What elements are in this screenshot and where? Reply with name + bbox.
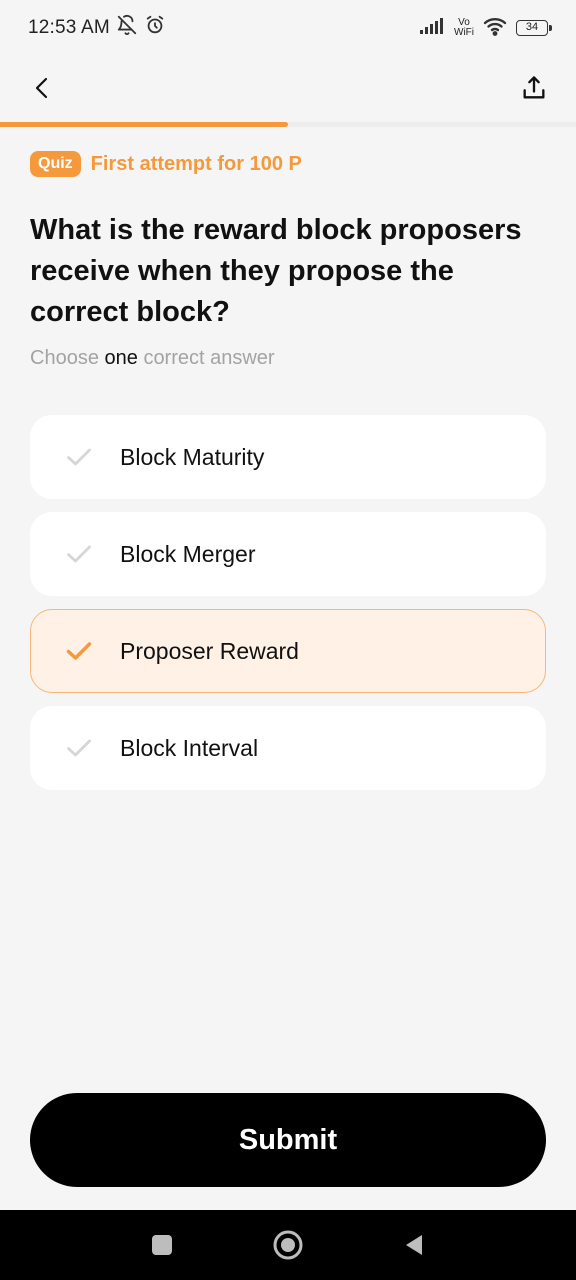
battery-level: 34 [525,21,539,33]
answer-option-3[interactable]: Proposer Reward [30,609,546,693]
signal-icon [420,17,446,39]
quiz-badge: Quiz [30,151,81,177]
square-icon [152,1235,172,1255]
back-button[interactable] [22,68,62,108]
recents-button[interactable] [144,1227,180,1263]
status-bar: 12:53 AM Vo WiFi 34 [0,0,576,56]
vowifi-indicator: Vo WiFi [454,18,474,38]
header [0,56,576,120]
quiz-progress-fill [0,122,288,127]
check-icon [65,637,93,665]
answer-option-label: Block Maturity [120,443,265,470]
check-icon [65,443,93,471]
back-nav-button[interactable] [396,1227,432,1263]
bell-off-icon [116,14,138,42]
answer-hint: Choose one correct answer [30,347,275,370]
share-upload-icon [523,76,545,99]
hint-prefix: Choose [30,347,99,369]
home-button[interactable] [270,1227,306,1263]
answer-option-2[interactable]: Block Merger [30,512,546,596]
check-icon [65,540,93,568]
quiz-screen: 12:53 AM Vo WiFi 34 Quiz First attempt f… [0,0,576,1280]
vowifi-bottom: WiFi [454,27,474,38]
hint-emphasis: one [104,347,138,369]
answer-option-label: Block Merger [120,540,256,567]
status-left: 12:53 AM [28,14,166,42]
status-time: 12:53 AM [28,17,110,38]
triangle-back-icon [406,1235,422,1255]
submit-button[interactable]: Submit [30,1093,546,1187]
wifi-icon [482,16,508,41]
status-right: Vo WiFi 34 [420,16,552,41]
chevron-left-icon [35,77,48,99]
quiz-info-row: Quiz First attempt for 100 P [30,151,302,177]
answer-option-label: Block Interval [120,734,259,761]
answer-option-4[interactable]: Block Interval [30,706,546,790]
system-nav-bar [0,1210,576,1280]
hint-suffix: correct answer [143,347,275,369]
answer-option-label: Proposer Reward [120,637,299,664]
alarm-icon [144,14,166,42]
quiz-progress-bar [0,122,576,127]
quiz-attempt-text: First attempt for 100 P [90,152,302,175]
share-button[interactable] [514,68,554,108]
question-text: What is the reward block proposers recei… [30,214,522,328]
battery-icon: 34 [516,20,552,36]
home-circle-icon [273,1230,303,1260]
answer-option-1[interactable]: Block Maturity [30,415,546,499]
check-icon [65,734,93,762]
